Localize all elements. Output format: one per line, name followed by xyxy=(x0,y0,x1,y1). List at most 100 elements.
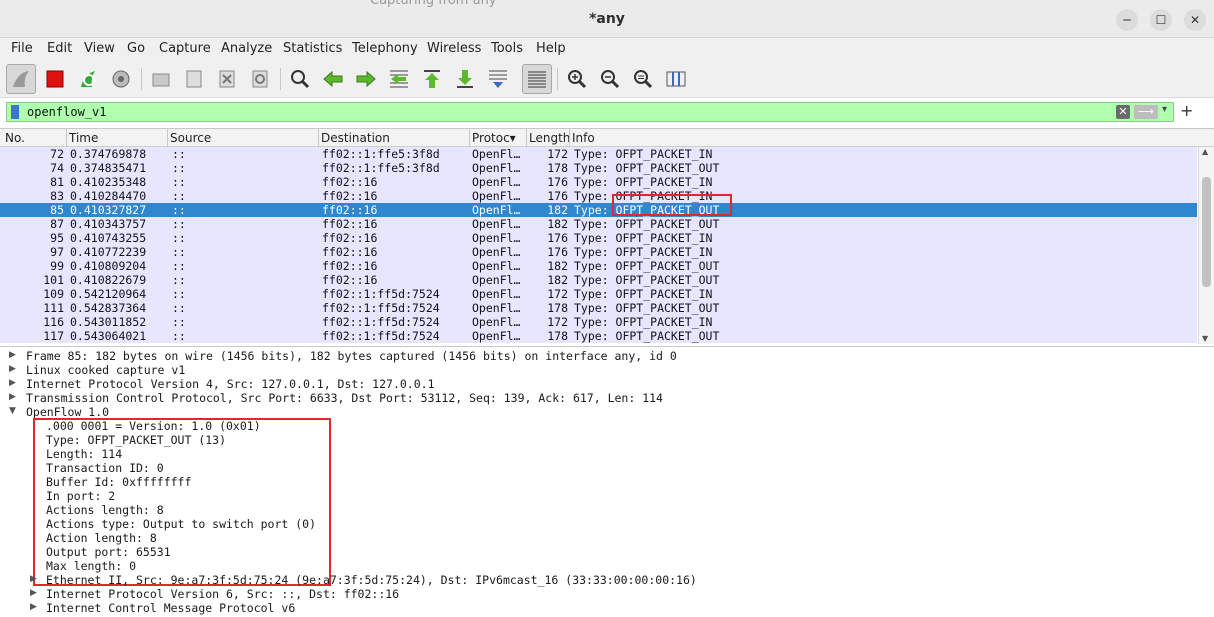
close-file-icon[interactable] xyxy=(212,64,242,94)
menu-edit[interactable]: Edit xyxy=(47,41,72,56)
inner-protocol-item[interactable]: Internet Control Message Protocol v6 xyxy=(46,601,295,615)
detail-tree-item[interactable]: Internet Protocol Version 4, Src: 127.0.… xyxy=(26,377,435,391)
packet-row[interactable]: 72 0.374769878:: ff02::1:ffe5:3f8d OpenFl… 1… xyxy=(0,147,1197,161)
packet-protocol: OpenFl… xyxy=(472,273,521,287)
column-protocol[interactable]: Protoc▾ xyxy=(472,131,516,145)
column-info[interactable]: Info xyxy=(572,131,595,145)
packet-time: 0.410809204 xyxy=(70,259,147,273)
inner-protocol-item[interactable]: Ethernet II, Src: 9e:a7:3f:5d:75:24 (9e:… xyxy=(46,573,697,587)
save-file-icon[interactable] xyxy=(179,64,209,94)
zoom-in-icon[interactable] xyxy=(562,64,592,94)
packet-row[interactable]: 81 0.410235348:: ff02::16 OpenFl… 176 Type: O… xyxy=(0,175,1197,189)
menu-statistics[interactable]: Statistics xyxy=(283,41,342,56)
expand-arrow-icon[interactable]: ▶ xyxy=(9,364,16,374)
menu-wireless[interactable]: Wireless xyxy=(427,41,481,56)
packet-row[interactable]: 109 0.542120964:: ff02::1:ff5d:7524 OpenFl…… xyxy=(0,287,1197,301)
resize-columns-icon[interactable] xyxy=(661,64,691,94)
menu-telephony[interactable]: Telephony xyxy=(352,41,418,56)
selected-packet-row[interactable]: 85 0.410327827:: ff02::16 OpenFl… 182 Type: O… xyxy=(0,203,1197,217)
go-to-packet-icon[interactable] xyxy=(384,64,414,94)
expand-arrow-icon[interactable]: ▶ xyxy=(9,378,16,388)
filter-dropdown-button[interactable]: ▾ xyxy=(1162,104,1167,115)
packet-row[interactable]: 111 0.542837364:: ff02::1:ff5d:7524 OpenFl…… xyxy=(0,301,1197,315)
menu-help[interactable]: Help xyxy=(536,41,566,56)
packet-row[interactable]: 95 0.410743255:: ff02::16 OpenFl… 176 Type: O… xyxy=(0,231,1197,245)
packet-no: 87 xyxy=(50,217,64,231)
restart-capture-icon[interactable] xyxy=(73,64,103,94)
scroll-up-icon[interactable]: ▲ xyxy=(1202,147,1208,156)
menu-bar: File Edit View Go Capture Analyze Statis… xyxy=(0,38,1214,60)
packet-source: :: xyxy=(172,203,186,217)
find-packet-icon[interactable] xyxy=(285,64,315,94)
detail-tree-item[interactable]: OpenFlow 1.0 xyxy=(26,405,109,419)
packet-row[interactable]: 97 0.410772239:: ff02::16 OpenFl… 176 Type: O… xyxy=(0,245,1197,259)
maximize-button[interactable]: ☐ xyxy=(1150,9,1172,31)
colorize-icon[interactable] xyxy=(522,64,552,94)
collapse-arrow-icon[interactable]: ▼ xyxy=(9,406,16,416)
minimize-button[interactable]: ─ xyxy=(1116,9,1138,31)
packet-row[interactable]: 99 0.410809204:: ff02::16 OpenFl… 182 Type: O… xyxy=(0,259,1197,273)
shark-fin-icon[interactable] xyxy=(6,64,36,94)
add-filter-button[interactable]: + xyxy=(1180,101,1193,120)
menu-tools[interactable]: Tools xyxy=(491,41,523,56)
zoom-reset-icon[interactable] xyxy=(628,64,658,94)
go-back-icon[interactable] xyxy=(318,64,348,94)
packet-source: :: xyxy=(172,175,186,189)
packet-row[interactable]: 116 0.543011852:: ff02::1:ff5d:7524 OpenFl…… xyxy=(0,315,1197,329)
last-packet-icon[interactable] xyxy=(450,64,480,94)
column-source[interactable]: Source xyxy=(170,131,211,145)
detail-tree-item[interactable]: Linux cooked capture v1 xyxy=(26,363,185,377)
open-file-icon[interactable] xyxy=(146,64,176,94)
packet-details-pane: ▶ Frame 85: 182 bytes on wire (1456 bits)… xyxy=(0,346,1214,617)
scrollbar-thumb[interactable] xyxy=(1202,177,1211,287)
packet-no: 99 xyxy=(50,259,64,273)
expand-arrow-icon[interactable]: ▶ xyxy=(9,350,16,360)
packet-length: 176 xyxy=(547,231,568,245)
menu-analyze[interactable]: Analyze xyxy=(221,41,272,56)
first-packet-icon[interactable] xyxy=(417,64,447,94)
packet-row[interactable]: 87 0.410343757:: ff02::16 OpenFl… 182 Type: O… xyxy=(0,217,1197,231)
expand-arrow-icon[interactable]: ▶ xyxy=(9,392,16,402)
display-filter-input[interactable]: openflow_v1 ✕ ⟶ ▾ xyxy=(6,102,1174,122)
packet-info: Type: OFPT_PACKET_OUT xyxy=(574,217,720,231)
autoscroll-icon[interactable] xyxy=(483,64,513,94)
packet-protocol: OpenFl… xyxy=(472,203,521,217)
column-destination[interactable]: Destination xyxy=(321,131,390,145)
packet-row[interactable]: 117 0.543064021:: ff02::1:ff5d:7524 OpenFl…… xyxy=(0,329,1197,343)
close-button[interactable]: ✕ xyxy=(1184,9,1206,31)
menu-go[interactable]: Go xyxy=(127,41,145,56)
packet-row[interactable]: 74 0.374835471:: ff02::1:ffe5:3f8d OpenFl… 1… xyxy=(0,161,1197,175)
scroll-down-icon[interactable]: ▼ xyxy=(1202,334,1208,343)
bookmark-icon[interactable] xyxy=(11,105,19,119)
inner-protocol-item[interactable]: Internet Protocol Version 6, Src: ::, Ds… xyxy=(46,587,399,601)
packet-list-scrollbar[interactable]: ▲ ▼ xyxy=(1198,147,1214,344)
packet-destination: ff02::16 xyxy=(322,189,378,203)
detail-tree-item[interactable]: Transmission Control Protocol, Src Port:… xyxy=(26,391,663,405)
packet-row[interactable]: 83 0.410284470:: ff02::16 OpenFl… 176 Type: O… xyxy=(0,189,1197,203)
zoom-out-icon[interactable] xyxy=(595,64,625,94)
expand-arrow-icon[interactable]: ▶ xyxy=(30,588,37,598)
menu-file[interactable]: File xyxy=(11,41,33,56)
packet-protocol: OpenFl… xyxy=(472,217,521,231)
expand-arrow-icon[interactable]: ▶ xyxy=(30,602,37,612)
packet-no: 85 xyxy=(50,203,64,217)
go-forward-icon[interactable] xyxy=(351,64,381,94)
stop-capture-icon[interactable] xyxy=(40,64,70,94)
capture-options-icon[interactable] xyxy=(106,64,136,94)
menu-view[interactable]: View xyxy=(84,41,115,56)
column-length[interactable]: Length xyxy=(529,131,570,145)
column-no[interactable]: No. xyxy=(5,131,25,145)
packet-source: :: xyxy=(172,287,186,301)
packet-destination: ff02::16 xyxy=(322,231,378,245)
filter-text: openflow_v1 xyxy=(27,105,107,119)
clear-filter-button[interactable]: ✕ xyxy=(1116,105,1130,119)
reload-file-icon[interactable] xyxy=(245,64,275,94)
detail-tree-item[interactable]: Frame 85: 182 bytes on wire (1456 bits),… xyxy=(26,349,677,363)
packet-row[interactable]: 101 0.410822679:: ff02::16 OpenFl… 182 Type: … xyxy=(0,273,1197,287)
apply-filter-button[interactable]: ⟶ xyxy=(1134,105,1158,119)
menu-capture[interactable]: Capture xyxy=(159,41,211,56)
packet-protocol: OpenFl… xyxy=(472,287,521,301)
column-time[interactable]: Time xyxy=(69,131,98,145)
expand-arrow-icon[interactable]: ▶ xyxy=(30,574,37,584)
packet-length: 176 xyxy=(547,189,568,203)
